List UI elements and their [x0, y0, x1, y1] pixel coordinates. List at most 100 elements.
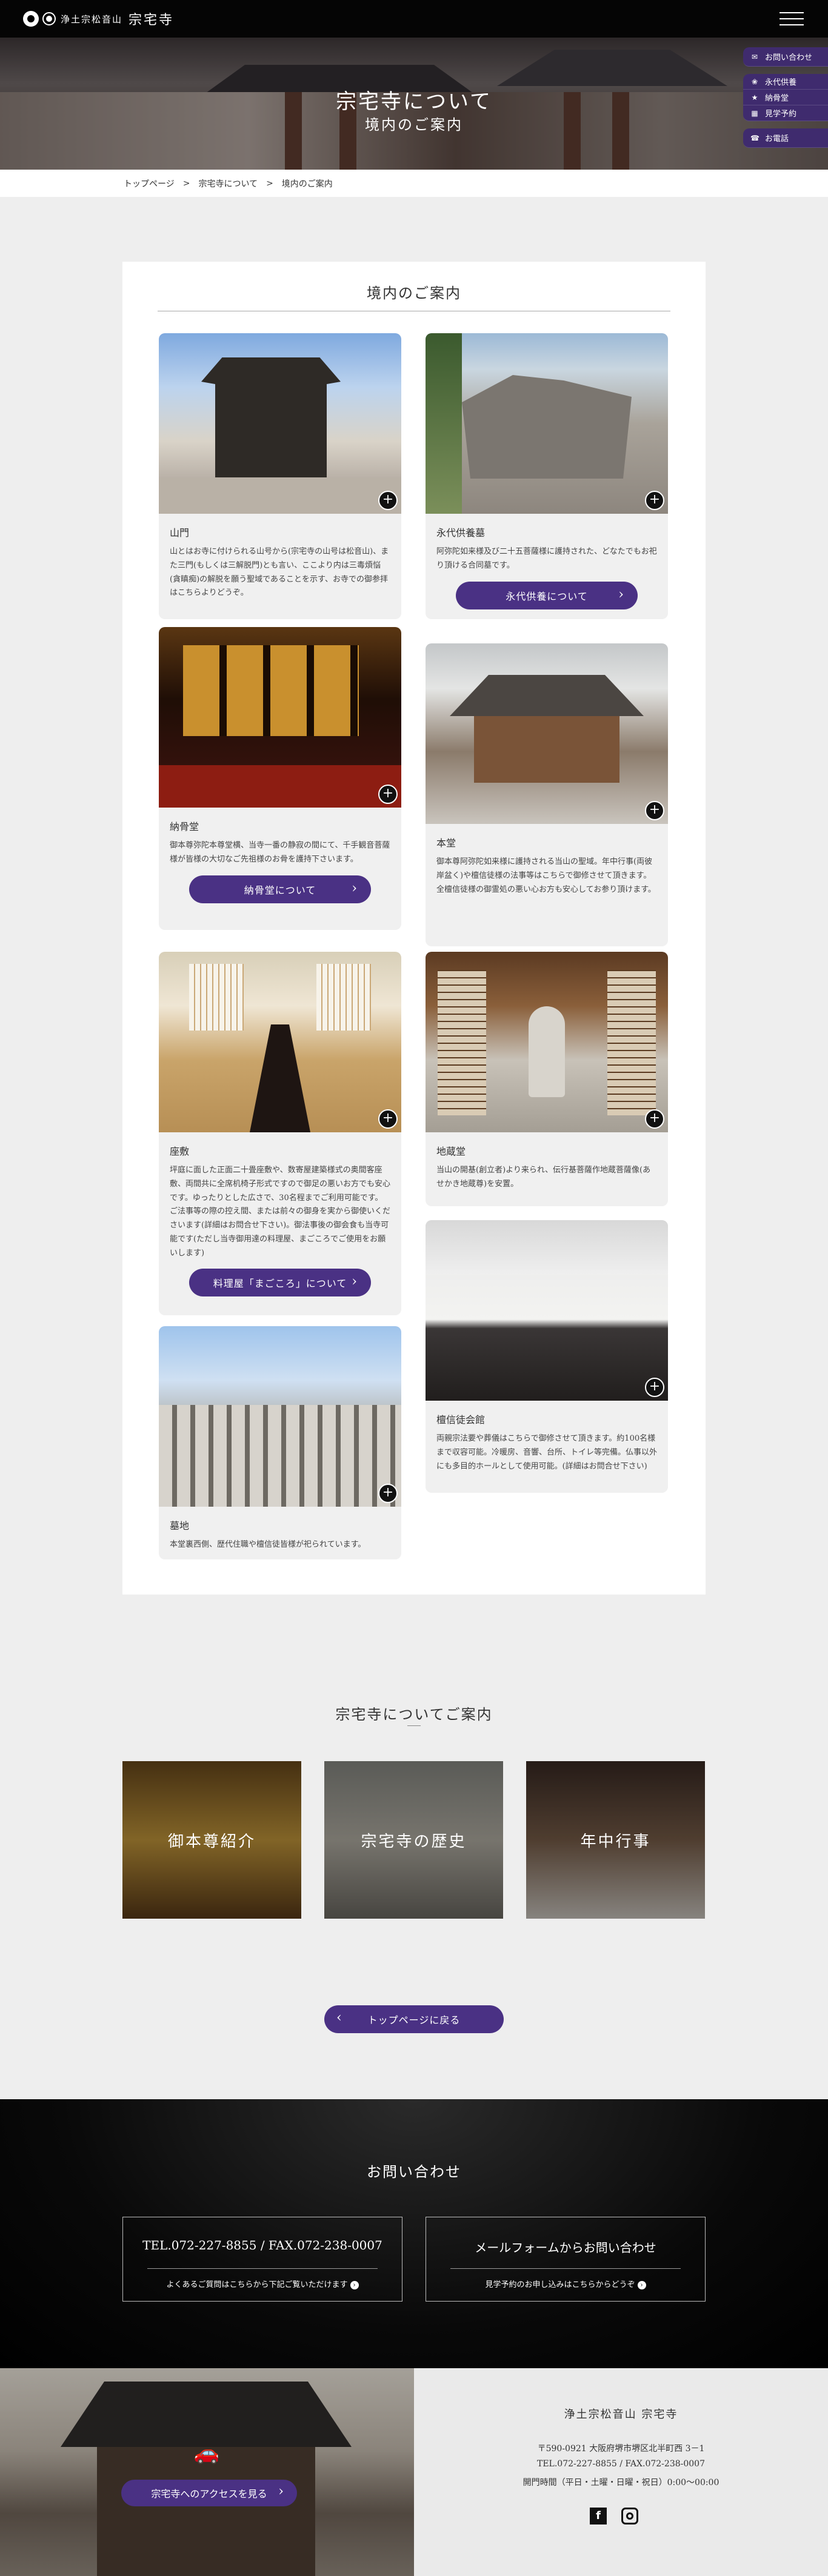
- side-item-label: お問い合わせ: [765, 53, 813, 62]
- page-subtitle: 境内のご案内: [365, 116, 463, 133]
- contact-title: お問い合わせ: [367, 2163, 461, 2180]
- phone-icon: ☎: [750, 133, 760, 142]
- restaurant-button[interactable]: 料理屋「まごころ」について: [189, 1269, 371, 1297]
- hondo-photo[interactable]: +: [426, 643, 668, 824]
- side-item-label: 納骨堂: [765, 94, 789, 103]
- facebook-icon[interactable]: f: [590, 2508, 607, 2525]
- card-title: 山門: [170, 527, 190, 539]
- sns-links: f: [590, 2508, 638, 2525]
- eitai-button[interactable]: 永代供養について: [456, 581, 638, 609]
- calendar-icon: ▦: [751, 108, 758, 118]
- zoom-plus-icon[interactable]: +: [645, 1109, 664, 1129]
- hero-banner: 宗宅寺について 境内のご案内: [0, 38, 828, 170]
- access-image: 🚗 宗宅寺へのアクセスを見る: [0, 2368, 414, 2576]
- side-float-menu: ✉ お問い合わせ ❀ 永代供養 ★ 納骨堂 ▦ 見学予約 ☎ お電話: [743, 47, 828, 148]
- side-phone-button[interactable]: ☎ お電話: [743, 128, 828, 148]
- card-kaikan: + 檀信徒会館 両親宗法要や葬儀はこちらで御修させて頂きます。約100名様まで収…: [426, 1220, 668, 1493]
- zoom-plus-icon[interactable]: +: [378, 491, 398, 510]
- side-reservation-button[interactable]: ▦ 見学予約: [743, 105, 828, 121]
- tile-label: 宗宅寺の歴史: [361, 1832, 467, 1851]
- instagram-icon[interactable]: [621, 2508, 638, 2525]
- address: 〒590-0921 大阪府堺市堺区北半町西 3－1: [537, 2444, 705, 2454]
- card-title: 地蔵堂: [436, 1146, 466, 1157]
- side-nokotsudo-button[interactable]: ★ 納骨堂: [743, 90, 828, 105]
- sanmon-photo[interactable]: +: [159, 333, 401, 514]
- breadcrumb-current: 境内のご案内: [281, 179, 333, 189]
- access-button[interactable]: 宗宅寺へのアクセスを見る: [121, 2480, 297, 2506]
- back-to-top-button[interactable]: トップページに戻る: [324, 2005, 504, 2033]
- title-divider: [407, 1725, 421, 1726]
- card-title: 檀信徒会館: [436, 1414, 486, 1426]
- arrow-circle-icon: ›: [350, 2281, 359, 2289]
- section-title: 境内のご案内: [158, 281, 670, 311]
- precinct-guide-section: 境内のご案内 + 山門 山とはお寺に付けられる山号から(宗宅寺の山号は松音山)、…: [122, 262, 706, 1595]
- reservation-link[interactable]: 見学予約のお申し込みはこちらからどうぞ ›: [426, 2278, 705, 2289]
- zoom-plus-icon[interactable]: +: [645, 801, 664, 820]
- card-text: 坪庭に面した正面二十畳座敷や、数寄屋建築様式の奥間客座敷、両間共に全席机椅子形式…: [170, 1166, 391, 1258]
- card-title: 本堂: [436, 837, 456, 849]
- card-text: 両親宗法要や葬儀はこちらで御修させて頂きます。約100名様まで収容可能。冷暖房、…: [436, 1434, 658, 1471]
- logo-title: 宗宅寺: [129, 13, 175, 28]
- logo-subtitle: 浄土宗松音山: [61, 13, 123, 25]
- contact-section: お問い合わせ TEL.072-227-8855 / FAX.072-238-00…: [0, 2099, 828, 2368]
- card-text: 当山の開基(創立者)より来られ、伝行基菩薩作地蔵菩薩像(あせかき地蔵尊)を安置。: [436, 1166, 651, 1189]
- tile-label: 年中行事: [580, 1832, 651, 1851]
- card-title: 納骨堂: [170, 821, 199, 832]
- card-text: 御本尊阿弥陀如来様に護持される当山の聖域。年中行事(両彼岸盆く)や檀信徒様の法事…: [436, 857, 656, 894]
- zoom-plus-icon[interactable]: +: [378, 1109, 398, 1129]
- site-header: 浄土宗松音山 宗宅寺: [0, 0, 828, 38]
- side-item-label: 永代供養: [765, 78, 797, 87]
- crest-ring-icon: [42, 12, 56, 25]
- card-text: 阿弥陀如来様及び二十五菩薩様に護持された、どなたでもお祀り頂ける合同墓です。: [436, 547, 657, 570]
- tile-honzon[interactable]: 御本尊紹介: [122, 1761, 301, 1919]
- side-item-label: お電話: [765, 134, 789, 144]
- card-text: 本堂裏西側、歴代住職や檀信徒皆様が祀られています。: [170, 1540, 366, 1549]
- tile-history[interactable]: 宗宅寺の歴史: [324, 1761, 503, 1919]
- card-nokotsudo: + 納骨堂 御本尊弥陀本尊堂横、当寺一番の静寂の間にて、千手観音菩薩様が皆様の大…: [159, 627, 401, 930]
- eitai-photo[interactable]: +: [426, 333, 668, 514]
- breadcrumb: トップページ > 宗宅寺について > 境内のご案内: [0, 170, 828, 197]
- tile-label: 御本尊紹介: [167, 1832, 256, 1851]
- zashiki-photo[interactable]: +: [159, 952, 401, 1132]
- arrow-circle-icon: ›: [637, 2281, 646, 2289]
- mail-icon: ✉: [751, 52, 758, 61]
- intro-title: 宗宅寺についてご案内: [335, 1706, 493, 1723]
- hamburger-icon[interactable]: [780, 12, 804, 25]
- lotus-icon: ❀: [751, 77, 758, 86]
- opening-hours: 開門時間（平日・土曜・日曜・祝日）0:00〜00:00: [523, 2478, 719, 2488]
- card-zashiki: + 座敷 坪庭に面した正面二十畳座敷や、数寄屋建築様式の奥間客座敷、両間共に全席…: [159, 952, 401, 1315]
- card-text: 御本尊弥陀本尊堂横、当寺一番の静寂の間にて、千手観音菩薩様が皆様の大切なご先祖様…: [170, 841, 390, 864]
- footer-info: 浄土宗松音山 宗宅寺 〒590-0921 大阪府堺市堺区北半町西 3－1 TEL…: [414, 2368, 828, 2576]
- breadcrumb-separator: >: [266, 178, 273, 188]
- site-logo[interactable]: 浄土宗松音山 宗宅寺: [23, 9, 174, 28]
- breadcrumb-home[interactable]: トップページ: [124, 178, 175, 190]
- card-title: 永代供養墓: [436, 527, 486, 539]
- phone-contact-box[interactable]: TEL.072-227-8855 / FAX.072-238-0007 よくある…: [122, 2217, 402, 2302]
- faq-link[interactable]: よくあるご質問はこちらから下記ご覧いただけます ›: [123, 2278, 402, 2289]
- bochi-photo[interactable]: +: [159, 1326, 401, 1507]
- card-sanmon: + 山門 山とはお寺に付けられる山号から(宗宅寺の山号は松音山)、また三門(もし…: [159, 333, 401, 619]
- breadcrumb-separator: >: [182, 178, 190, 188]
- page-title: 宗宅寺について: [336, 90, 492, 114]
- breadcrumb-about[interactable]: 宗宅寺について: [198, 178, 258, 190]
- card-bochi: + 墓地 本堂裏西側、歴代住職や檀信徒皆様が祀られています。: [159, 1326, 401, 1559]
- kaikan-photo[interactable]: +: [426, 1220, 668, 1401]
- zoom-plus-icon[interactable]: +: [645, 491, 664, 510]
- tile-events[interactable]: 年中行事: [526, 1761, 705, 1919]
- nokotsudo-button[interactable]: 納骨堂について: [189, 875, 371, 903]
- zoom-plus-icon[interactable]: +: [378, 1484, 398, 1503]
- zoom-plus-icon[interactable]: +: [645, 1378, 664, 1397]
- zoom-plus-icon[interactable]: +: [378, 785, 398, 804]
- card-jizodo: + 地蔵堂 当山の開基(創立者)より来られ、伝行基菩薩作地蔵菩薩像(あせかき地蔵…: [426, 952, 668, 1206]
- jizodo-photo[interactable]: +: [426, 952, 668, 1132]
- nokotsudo-photo[interactable]: +: [159, 627, 401, 808]
- temple-name: 浄土宗松音山 宗宅寺: [564, 2408, 678, 2421]
- mail-form-text: メールフォームからお問い合わせ: [475, 2240, 656, 2255]
- tel-fax: TEL.072-227-8855 / FAX.072-238-0007: [536, 2459, 705, 2469]
- star-icon: ★: [751, 93, 758, 102]
- family-crest-icon: [23, 11, 39, 27]
- side-eitai-button[interactable]: ❀ 永代供養: [743, 74, 828, 90]
- mail-contact-box[interactable]: メールフォームからお問い合わせ 見学予約のお申し込みはこちらからどうぞ ›: [426, 2217, 706, 2302]
- side-contact-button[interactable]: ✉ お問い合わせ: [743, 47, 828, 67]
- phone-fax-text: TEL.072-227-8855 / FAX.072-238-0007: [142, 2238, 382, 2252]
